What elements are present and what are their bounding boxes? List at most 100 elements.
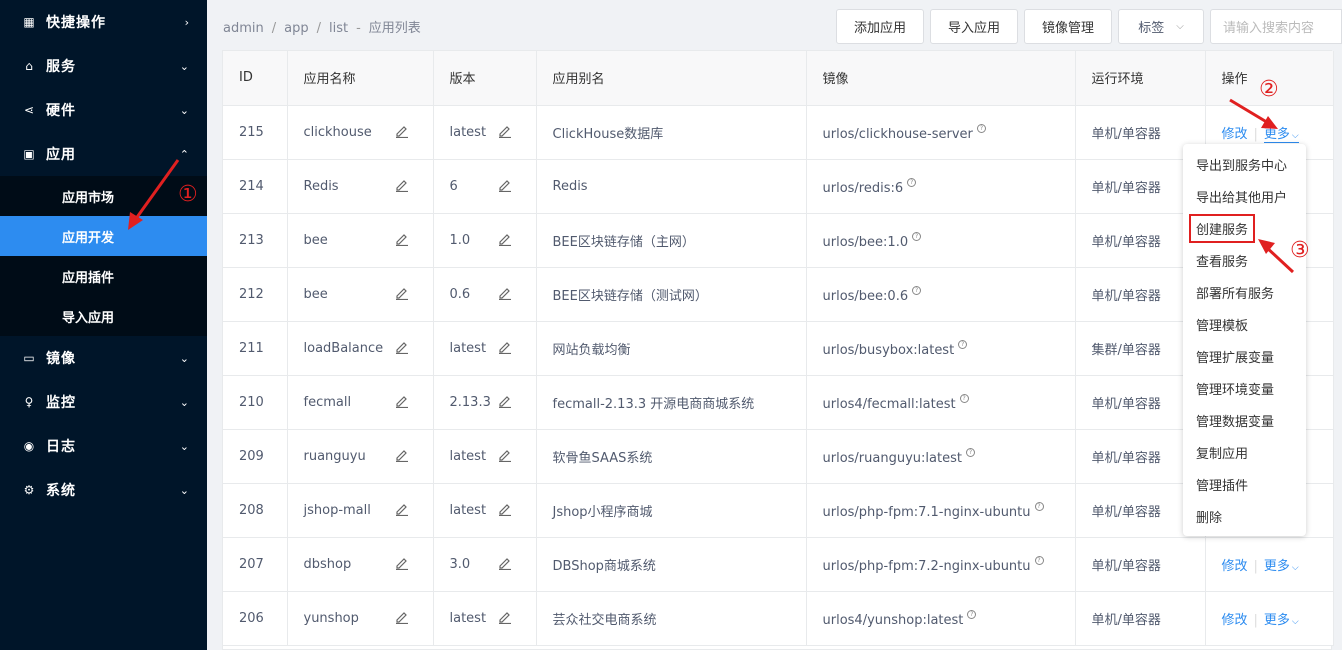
edit-icon[interactable] — [395, 394, 409, 408]
sidebar-item[interactable]: ▣ 应用 ⌃ — [0, 132, 207, 176]
edit-icon[interactable] — [395, 448, 409, 462]
more-dropdown-trigger[interactable]: 更多 ⌵ — [1263, 126, 1299, 143]
cell-env: 单机/单容器 — [1091, 288, 1161, 304]
cell-name: yunshop — [303, 610, 359, 626]
edit-icon[interactable] — [498, 556, 512, 570]
dropdown-item[interactable]: 查看服务 — [1183, 244, 1306, 276]
sidebar-item-label: 应用 — [46, 147, 76, 163]
help-icon[interactable]: ? — [912, 286, 922, 296]
sidebar-item[interactable]: ⋖ 硬件 ⌄ — [0, 88, 207, 132]
edit-icon[interactable] — [498, 124, 512, 138]
sidebar-subitem[interactable]: 应用开发 — [0, 216, 207, 256]
edit-icon[interactable] — [498, 610, 512, 624]
sidebar-subitem[interactable]: 应用插件 — [0, 256, 207, 296]
breadcrumb-admin[interactable]: admin — [223, 21, 264, 36]
help-icon[interactable]: ? — [1034, 556, 1044, 566]
add-app-button[interactable]: 添加应用 — [836, 9, 924, 44]
store-icon: ⌂ — [25, 59, 33, 73]
sidebar-item[interactable]: ♀ 监控 ⌄ — [0, 380, 207, 424]
help-icon[interactable]: ? — [976, 124, 986, 134]
header: admin / app / list - 应用列表 添加应用 导入应用 镜像管理 标签 ⌵ 请… — [207, 0, 1342, 50]
sidebar-subitem[interactable]: 应用市场 — [0, 176, 207, 216]
sidebar-item[interactable]: ⌂ 服务 ⌄ — [0, 44, 207, 88]
dropdown-item[interactable]: 导出给其他用户 — [1183, 180, 1306, 212]
help-icon[interactable]: ? — [959, 394, 969, 404]
dropdown-item[interactable]: 管理数据变量 — [1183, 404, 1306, 436]
edit-link[interactable]: 修改 — [1222, 559, 1248, 574]
sidebar-subitem[interactable]: 导入应用 — [0, 296, 207, 336]
cell-image: urlos/php-fpm:7.2-nginx-ubuntu — [822, 558, 1031, 574]
table-row: 215 clickhouse latest ClickHouse数据库 urlos/cl… — [223, 105, 1334, 160]
breadcrumb: admin / app / list - 应用列表 — [223, 17, 421, 36]
dropdown-item[interactable]: 部署所有服务 — [1183, 276, 1306, 308]
sidebar: ▦ 快捷操作 › ⌂ 服务 ⌄ ⋖ 硬件 ⌄ ▣ 应用 ⌃ 应用市场 应用开发 应用插件 导入应用 ▭ 镜像 ⌄… — [0, 0, 207, 650]
edit-icon[interactable] — [395, 556, 409, 570]
edit-icon[interactable] — [498, 448, 512, 462]
edit-icon[interactable] — [395, 232, 409, 246]
breadcrumb-sep: / — [271, 21, 277, 36]
edit-icon[interactable] — [395, 124, 409, 138]
sidebar-item-label: 硬件 — [46, 103, 76, 119]
cell-image: urlos4/fecmall:latest — [822, 396, 956, 412]
breadcrumb-list[interactable]: list — [329, 21, 348, 36]
search-input[interactable]: 请输入搜索内容 — [1210, 9, 1342, 44]
cell-alias: 网站负载均衡 — [552, 342, 631, 358]
dropdown-item[interactable]: 管理环境变量 — [1183, 372, 1306, 404]
sidebar-item[interactable]: ⚙ 系统 ⌄ — [0, 468, 207, 512]
edit-icon[interactable] — [395, 178, 409, 192]
cell-alias: Redis — [552, 178, 588, 194]
import-app-button[interactable]: 导入应用 — [930, 9, 1018, 44]
cell-alias: 软骨鱼SAAS系统 — [552, 450, 653, 466]
dropdown-item[interactable]: 复制应用 — [1183, 436, 1306, 468]
annotation-one: ① — [178, 182, 198, 207]
edit-icon[interactable] — [498, 394, 512, 408]
edit-icon[interactable] — [498, 178, 512, 192]
edit-icon[interactable] — [395, 610, 409, 624]
chevron-icon: ⌄ — [179, 483, 189, 497]
dropdown-item[interactable]: 管理扩展变量 — [1183, 340, 1306, 372]
sidebar-item-label: 系统 — [46, 483, 76, 499]
dropdown-item[interactable]: 导出到服务中心 — [1183, 148, 1306, 180]
cell-name: bee — [303, 286, 328, 302]
edit-icon[interactable] — [498, 286, 512, 300]
sidebar-item[interactable]: ◉ 日志 ⌄ — [0, 424, 207, 468]
breadcrumb-app[interactable]: app — [284, 21, 308, 36]
table-row: 211 loadBalance latest 网站负载均衡 urlos/busybox:… — [223, 321, 1334, 376]
more-dropdown-trigger[interactable]: 更多 ⌵ — [1264, 559, 1299, 575]
more-dropdown-trigger[interactable]: 更多 ⌵ — [1264, 613, 1299, 629]
edit-link[interactable]: 修改 — [1222, 613, 1248, 628]
help-icon[interactable]: ? — [967, 610, 977, 620]
help-icon[interactable]: ? — [965, 448, 975, 458]
dropdown-item[interactable]: 删除 — [1183, 500, 1306, 532]
column-header: 版本 — [433, 51, 537, 106]
help-icon[interactable]: ? — [958, 340, 968, 350]
dropdown-item[interactable]: 创建服务 — [1183, 212, 1306, 244]
dropdown-item[interactable]: 管理插件 — [1183, 468, 1306, 500]
edit-icon[interactable] — [395, 286, 409, 300]
dropdown-item-label: 查看服务 — [1196, 254, 1249, 270]
help-icon[interactable]: ? — [1034, 502, 1044, 512]
edit-icon[interactable] — [498, 340, 512, 354]
edit-icon[interactable] — [498, 502, 512, 516]
cell-name: dbshop — [303, 556, 352, 572]
dropdown-item[interactable]: 管理模板 — [1183, 308, 1306, 340]
help-icon[interactable]: ? — [912, 232, 922, 242]
column-header: 应用名称 — [287, 51, 434, 106]
chevron-icon: › — [184, 15, 189, 29]
help-icon[interactable]: ? — [907, 178, 917, 188]
tag-select[interactable]: 标签 ⌵ — [1118, 9, 1204, 44]
breadcrumb-dash: - — [356, 21, 361, 36]
gear-icon: ⚙ — [23, 483, 35, 497]
mirror-manage-button[interactable]: 镜像管理 — [1024, 9, 1112, 44]
dropdown-item-label: 管理环境变量 — [1196, 382, 1275, 398]
sidebar-item[interactable]: ▦ 快捷操作 › — [0, 0, 207, 44]
edit-icon[interactable] — [395, 502, 409, 516]
edit-icon[interactable] — [395, 340, 409, 354]
edit-link[interactable]: 修改 — [1222, 127, 1248, 142]
edit-icon[interactable] — [498, 232, 512, 246]
more-label: 更多 — [1263, 558, 1290, 574]
dropdown-item-label: 管理数据变量 — [1196, 414, 1275, 430]
grid-icon: ▦ — [23, 15, 35, 29]
cell-alias: BEE区块链存储（测试网） — [552, 288, 708, 304]
sidebar-item[interactable]: ▭ 镜像 ⌄ — [0, 336, 207, 380]
